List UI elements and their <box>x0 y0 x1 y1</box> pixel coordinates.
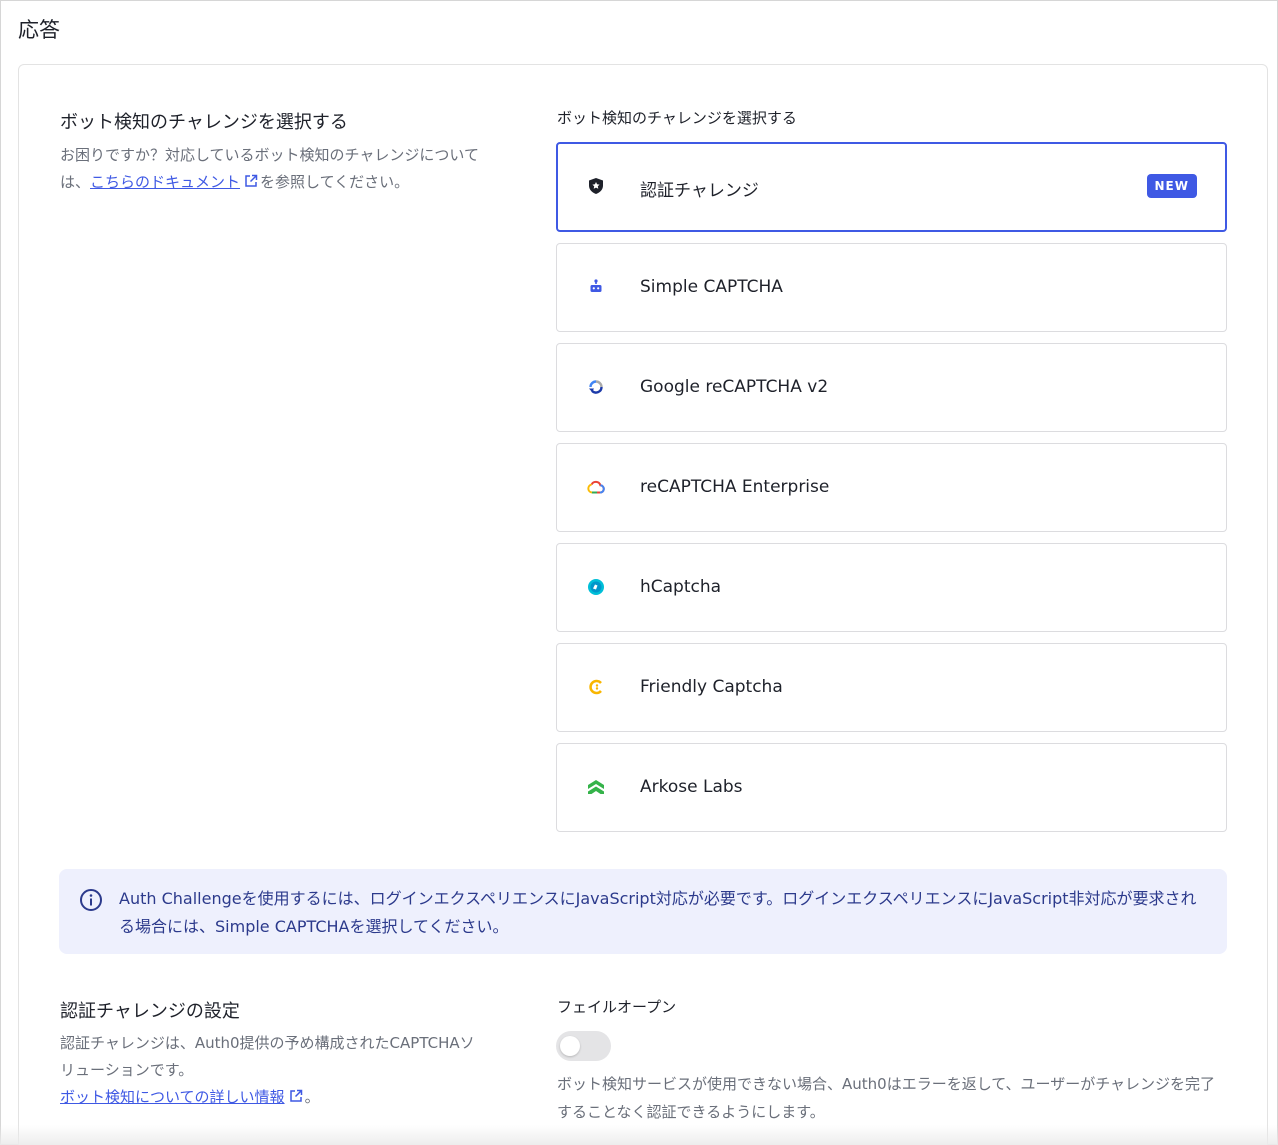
option-recaptcha-enterprise[interactable]: reCAPTCHA Enterprise <box>556 443 1227 532</box>
bot-detection-description: お困りですか？対応しているボット検知のチャレンジについては、こちらのドキュメント… <box>60 142 505 196</box>
option-google-recaptcha-v2[interactable]: Google reCAPTCHA v2 <box>556 343 1227 432</box>
option-label: Google reCAPTCHA v2 <box>640 377 829 397</box>
robot-icon <box>586 277 606 297</box>
info-banner: Auth Challengeを使用するには、ログインエクスペリエンスにJavaS… <box>59 869 1227 954</box>
option-hcaptcha[interactable]: hCaptcha <box>556 543 1227 632</box>
option-arkose-labs[interactable]: Arkose Labs <box>556 743 1227 832</box>
option-auth-challenge[interactable]: 認証チャレンジ NEW <box>556 142 1227 232</box>
recaptcha-icon <box>586 377 606 397</box>
new-badge: NEW <box>1146 174 1197 198</box>
scroll-fade <box>0 1125 1278 1145</box>
option-label: Friendly Captcha <box>640 677 783 697</box>
option-label: Arkose Labs <box>640 777 743 797</box>
link-suffix: 。 <box>304 1088 320 1106</box>
bot-detection-title: ボット検知のチャレンジを選択する <box>60 112 348 133</box>
auth-challenge-settings-description: 認証チャレンジは、Auth0提供の予め構成されたCAPTCHAソリューションです… <box>60 1030 480 1111</box>
option-simple-captcha[interactable]: Simple CAPTCHA <box>556 243 1227 332</box>
description-text: 認証チャレンジは、Auth0提供の予め構成されたCAPTCHAソリューションです… <box>60 1034 475 1079</box>
option-friendly-captcha[interactable]: Friendly Captcha <box>556 643 1227 732</box>
external-link-icon <box>245 174 258 187</box>
option-label: 認証チャレンジ <box>640 181 759 201</box>
info-icon <box>80 889 102 911</box>
description-text-suffix: を参照してください。 <box>260 173 410 191</box>
documentation-link[interactable]: こちらのドキュメント <box>90 173 260 191</box>
hcaptcha-icon <box>586 577 606 597</box>
friendly-captcha-icon <box>586 677 606 697</box>
arkose-labs-icon <box>586 777 606 797</box>
shield-icon <box>586 176 606 196</box>
challenge-field-label: ボット検知のチャレンジを選択する <box>557 109 797 127</box>
google-cloud-icon <box>586 477 606 497</box>
external-link-icon <box>289 1089 302 1102</box>
option-label: Simple CAPTCHA <box>640 277 783 297</box>
auth-challenge-settings-title: 認証チャレンジの設定 <box>60 1001 240 1022</box>
toggle-knob <box>560 1036 580 1056</box>
option-label: reCAPTCHA Enterprise <box>640 477 830 497</box>
fail-open-label: フェイルオープン <box>557 998 677 1016</box>
fail-open-description: ボット検知サービスが使用できない場合、Auth0はエラーを返して、ユーザーがチャ… <box>557 1075 1216 1121</box>
challenge-options: 認証チャレンジ NEW Simple CAPTCHA Google reCAPT… <box>556 142 1227 843</box>
info-text: Auth Challengeを使用するには、ログインエクスペリエンスにJavaS… <box>119 889 1197 936</box>
fail-open-toggle[interactable] <box>556 1031 611 1061</box>
option-label: hCaptcha <box>640 577 722 597</box>
bot-detection-info-link[interactable]: ボット検知についての詳しい情報 <box>60 1088 305 1106</box>
documentation-link-label: こちらのドキュメント <box>90 173 241 191</box>
page-title: 応答 <box>18 18 60 42</box>
bot-detection-info-link-label: ボット検知についての詳しい情報 <box>60 1088 285 1106</box>
